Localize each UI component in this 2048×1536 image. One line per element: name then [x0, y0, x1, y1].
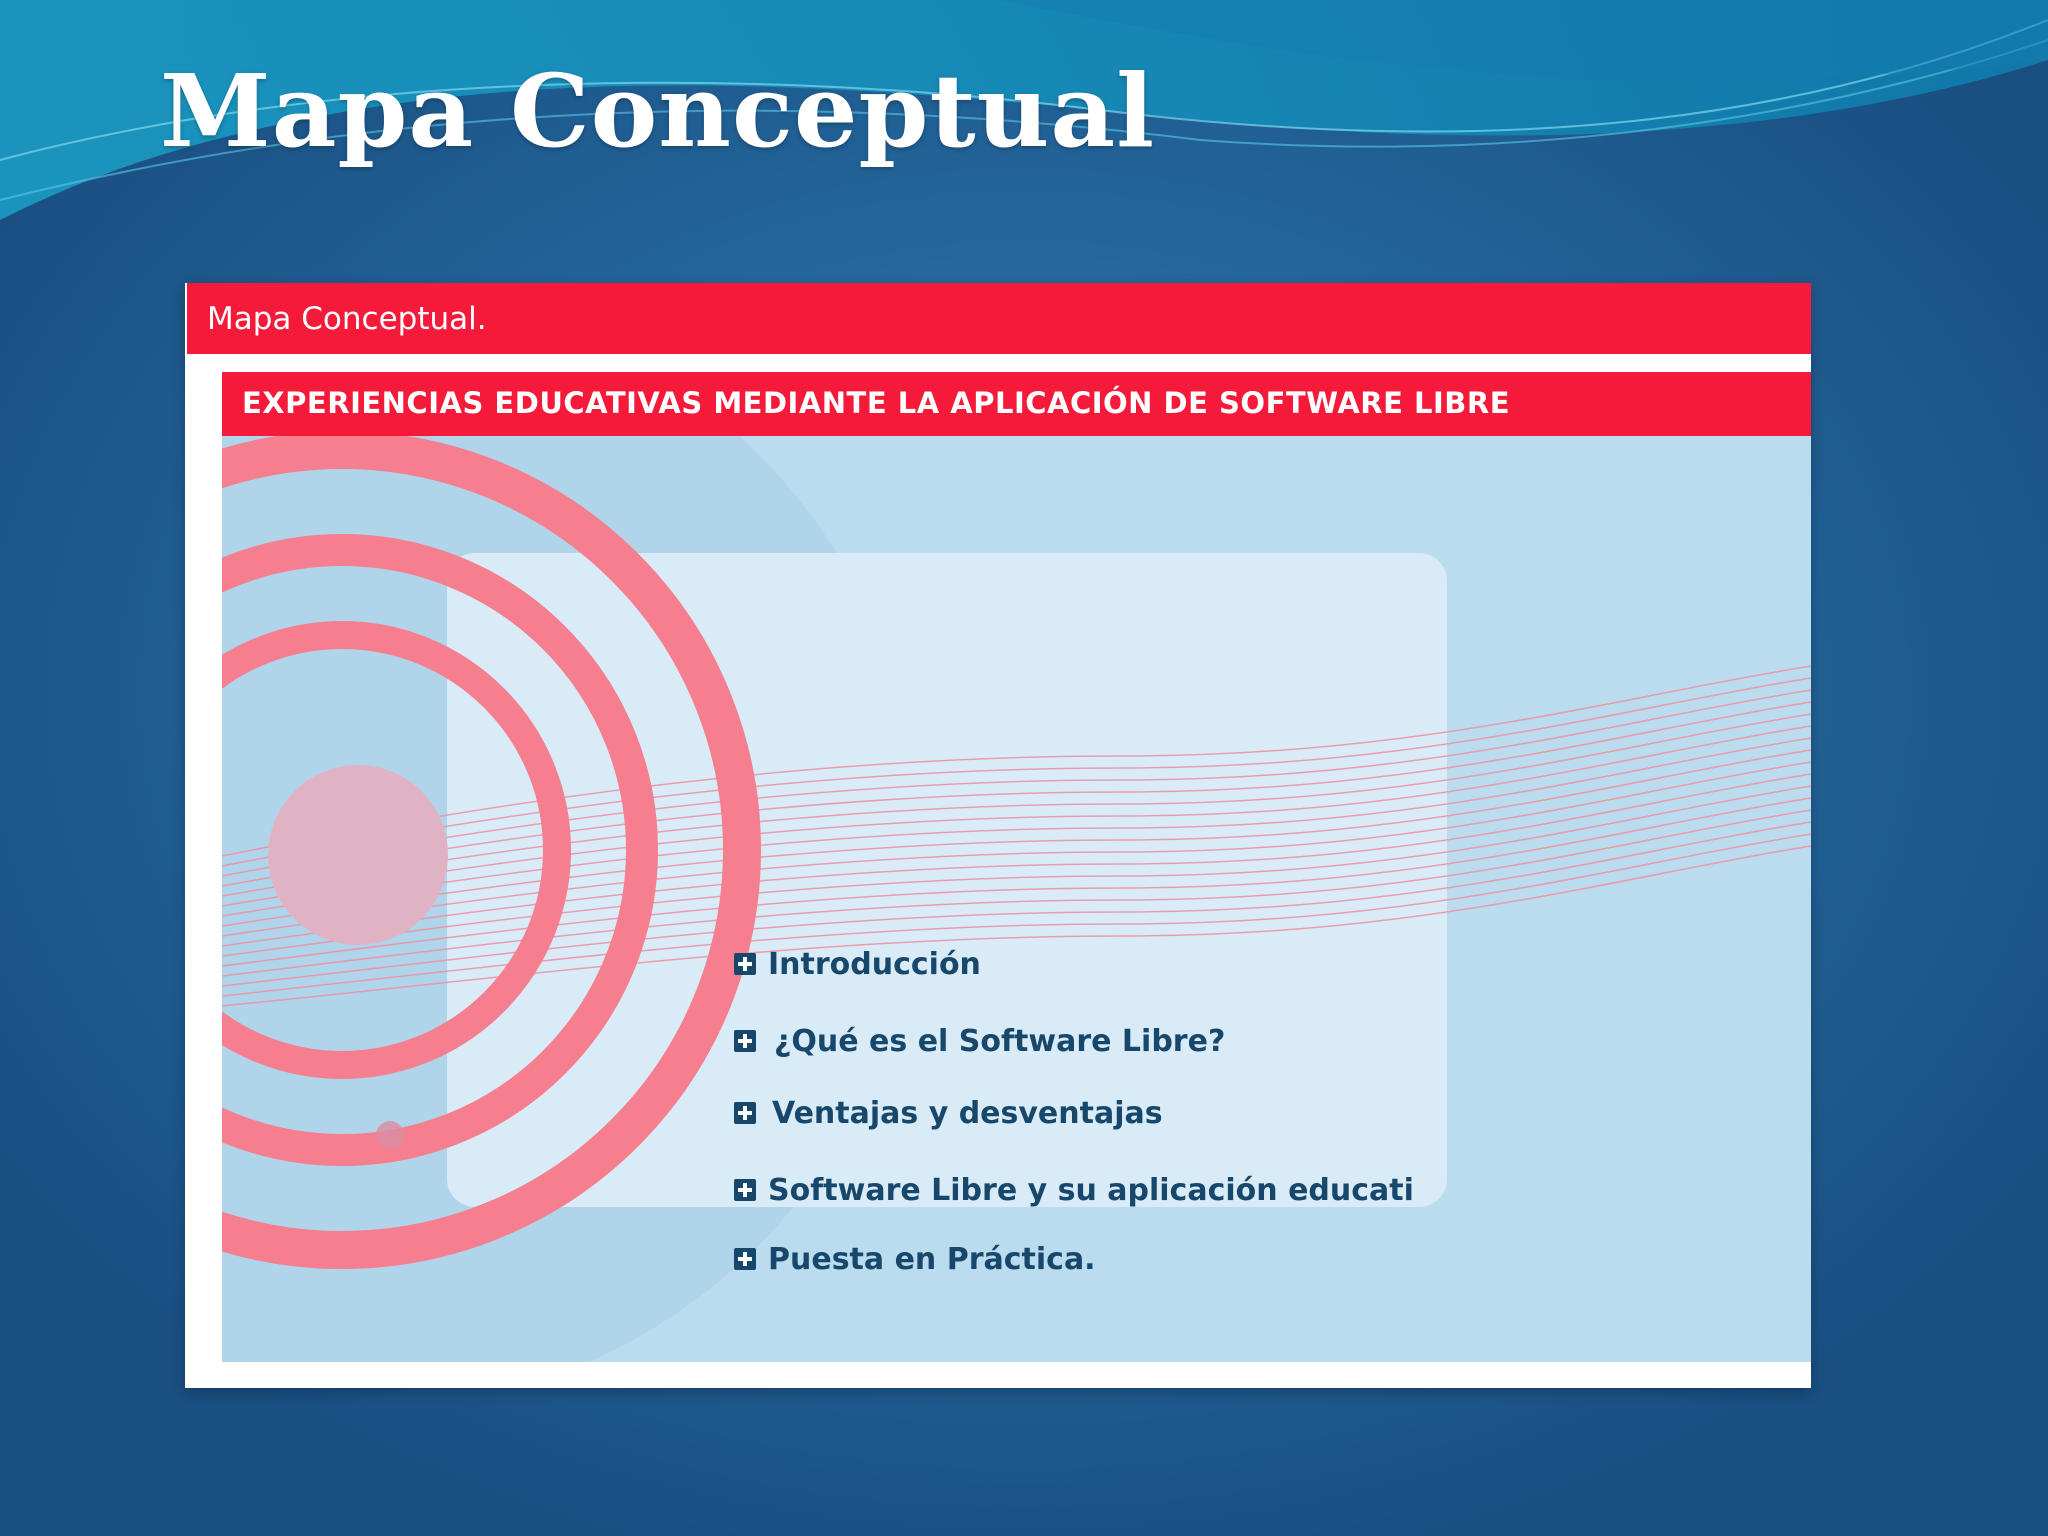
- plus-square-icon: [734, 1030, 756, 1052]
- plus-square-icon: [734, 1102, 756, 1124]
- banner-title: EXPERIENCIAS EDUCATIVAS MEDIANTE LA APLI…: [242, 386, 1511, 420]
- window-titlebar: Mapa Conceptual.: [187, 283, 1811, 354]
- menu-item-label: Software Libre y su aplicación educativa: [768, 1172, 1414, 1208]
- slide-title: Mapa Conceptual: [160, 52, 1156, 170]
- menu-item-introduccion[interactable]: Introducción: [734, 942, 1394, 986]
- menu-item-label: Puesta en Práctica.: [768, 1241, 1096, 1277]
- header-banner: EXPERIENCIAS EDUCATIVAS MEDIANTE LA APLI…: [222, 372, 1811, 436]
- menu-item-puesta-en-practica[interactable]: Puesta en Práctica.: [734, 1237, 1394, 1281]
- menu-item-aplicacion-educativa[interactable]: Software Libre y su aplicación educativa: [734, 1168, 1414, 1212]
- menu-item-label: ¿Qué es el Software Libre?: [774, 1023, 1226, 1059]
- plus-square-icon: [734, 1248, 756, 1270]
- plus-square-icon: [734, 1179, 756, 1201]
- plus-square-icon: [734, 953, 756, 975]
- concentric-rings-artwork: [222, 436, 1811, 1362]
- menu-item-label: Ventajas y desventajas: [772, 1095, 1163, 1131]
- app-window: Mapa Conceptual. EXPERIENCIAS EDUCATIVAS…: [185, 283, 1811, 1388]
- menu-item-label: Introducción: [768, 946, 981, 982]
- content-area: EXPERIENCIAS EDUCATIVAS MEDIANTE LA APLI…: [222, 372, 1811, 1362]
- window-title: Mapa Conceptual.: [207, 301, 487, 337]
- menu-item-ventajas-desventajas[interactable]: Ventajas y desventajas: [734, 1091, 1394, 1135]
- menu-item-que-es-software-libre[interactable]: ¿Qué es el Software Libre?: [734, 1019, 1394, 1063]
